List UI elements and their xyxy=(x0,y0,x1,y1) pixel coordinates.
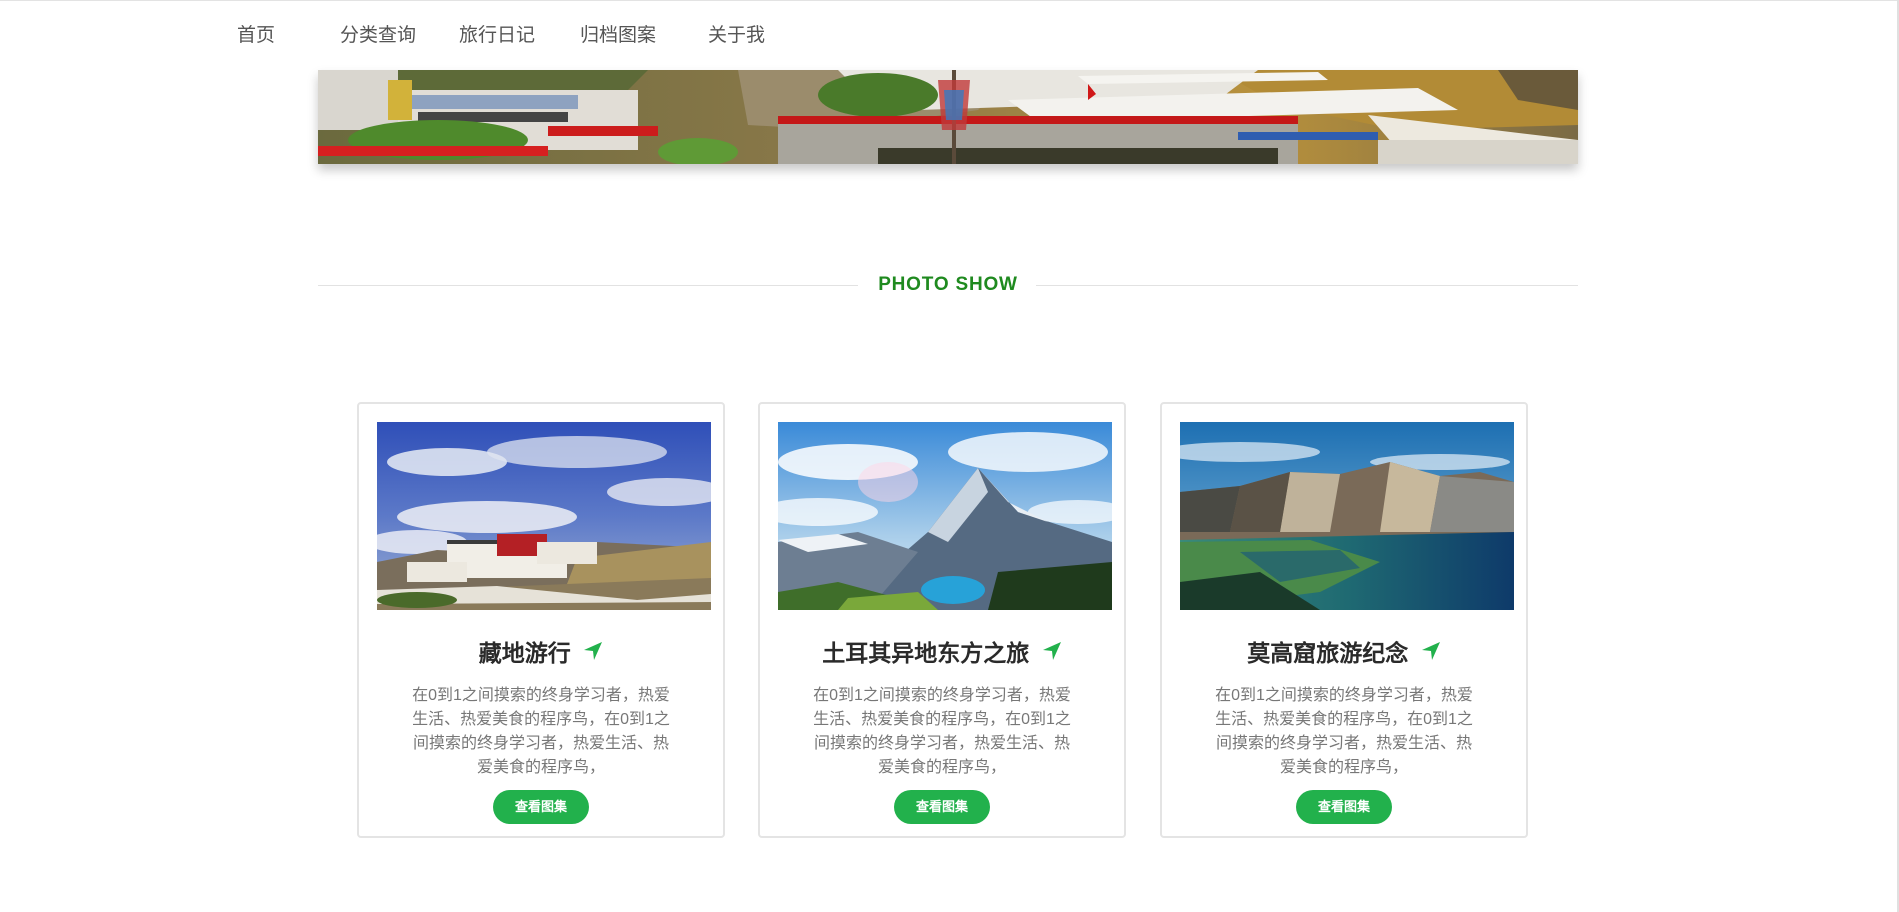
photo-card: 土耳其异地东方之旅 在0到1之间摸索的终身学习者，热爱生活、热爱美食的程序鸟，在… xyxy=(758,402,1126,838)
nav-item-archive[interactable]: 归档图案 xyxy=(580,24,656,48)
location-arrow-icon xyxy=(583,638,603,668)
view-gallery-button[interactable]: 查看图集 xyxy=(493,790,589,824)
top-nav: 首页 分类查询 旅行日记 归档图案 关于我 xyxy=(0,0,1895,70)
card-photo-canyon-lake[interactable] xyxy=(1180,422,1514,610)
view-gallery-button[interactable]: 查看图集 xyxy=(1296,790,1392,824)
card-description: 在0到1之间摸索的终身学习者，热爱生活、热爱美食的程序鸟，在0到1之间摸索的终身… xyxy=(813,687,1071,776)
page: 首页 分类查询 旅行日记 归档图案 关于我 PHOTO SHOW 藏地游行 在0… xyxy=(0,0,1899,912)
section-title: PHOTO SHOW xyxy=(878,274,1018,295)
nav-item-home[interactable]: 首页 xyxy=(237,24,275,48)
photo-card: 藏地游行 在0到1之间摸索的终身学习者，热爱生活、热爱美食的程序鸟，在0到1之间… xyxy=(357,402,725,838)
card-photo-mountain-lake[interactable] xyxy=(778,422,1112,610)
section-divider-left xyxy=(318,285,858,286)
card-title-text: 土耳其异地东方之旅 xyxy=(822,640,1030,666)
card-title: 藏地游行 xyxy=(359,638,723,668)
photo-card: 莫高窟旅游纪念 在0到1之间摸索的终身学习者，热爱生活、热爱美食的程序鸟，在0到… xyxy=(1160,402,1528,838)
nav-item-category[interactable]: 分类查询 xyxy=(340,24,416,48)
view-gallery-button[interactable]: 查看图集 xyxy=(894,790,990,824)
location-arrow-icon xyxy=(1042,638,1062,668)
nav-item-about[interactable]: 关于我 xyxy=(708,24,765,48)
section-divider-right xyxy=(1036,285,1578,286)
card-description: 在0到1之间摸索的终身学习者，热爱生活、热爱美食的程序鸟，在0到1之间摸索的终身… xyxy=(412,687,670,776)
card-title-text: 莫高窟旅游纪念 xyxy=(1247,640,1409,666)
nav-item-diary[interactable]: 旅行日记 xyxy=(459,24,535,48)
card-title: 土耳其异地东方之旅 xyxy=(760,638,1124,668)
location-arrow-icon xyxy=(1421,638,1441,668)
card-description: 在0到1之间摸索的终身学习者，热爱生活、热爱美食的程序鸟，在0到1之间摸索的终身… xyxy=(1215,687,1473,776)
card-title-text: 藏地游行 xyxy=(478,640,571,666)
banner-image xyxy=(318,70,1578,164)
card-title: 莫高窟旅游纪念 xyxy=(1162,638,1526,668)
card-photo-potala[interactable] xyxy=(377,422,711,610)
